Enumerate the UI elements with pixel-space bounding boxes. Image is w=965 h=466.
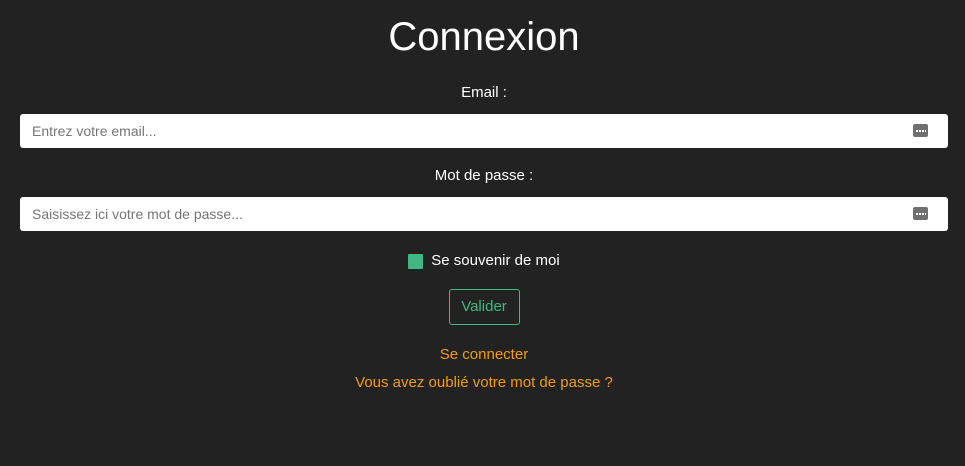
password-manager-key-icon[interactable] [913,207,928,220]
password-manager-key-icon[interactable] [913,124,928,137]
email-field[interactable] [20,114,948,148]
password-field[interactable] [20,197,948,231]
remember-me-row: Se souvenir de moi [20,253,948,269]
password-field-wrapper [20,197,948,231]
submit-button[interactable]: Valider [448,289,520,325]
email-label: Email : [461,84,507,101]
email-field-wrapper [20,114,948,148]
remember-me-checkbox[interactable] [408,253,424,269]
page-title: Connexion [388,15,580,59]
password-label: Mot de passe : [434,167,534,184]
login-link[interactable]: Se connecter [20,346,948,364]
login-form: Email : Mot de passe : Se souvenir de mo… [20,84,948,325]
forgot-password-link[interactable]: Vous avez oublié votre mot de passe ? [20,374,948,392]
login-page: Connexion Email : Mot de passe : Se souv… [0,0,965,466]
remember-me-label[interactable]: Se souvenir de moi [431,253,559,269]
submit-row: Valider [20,289,948,325]
